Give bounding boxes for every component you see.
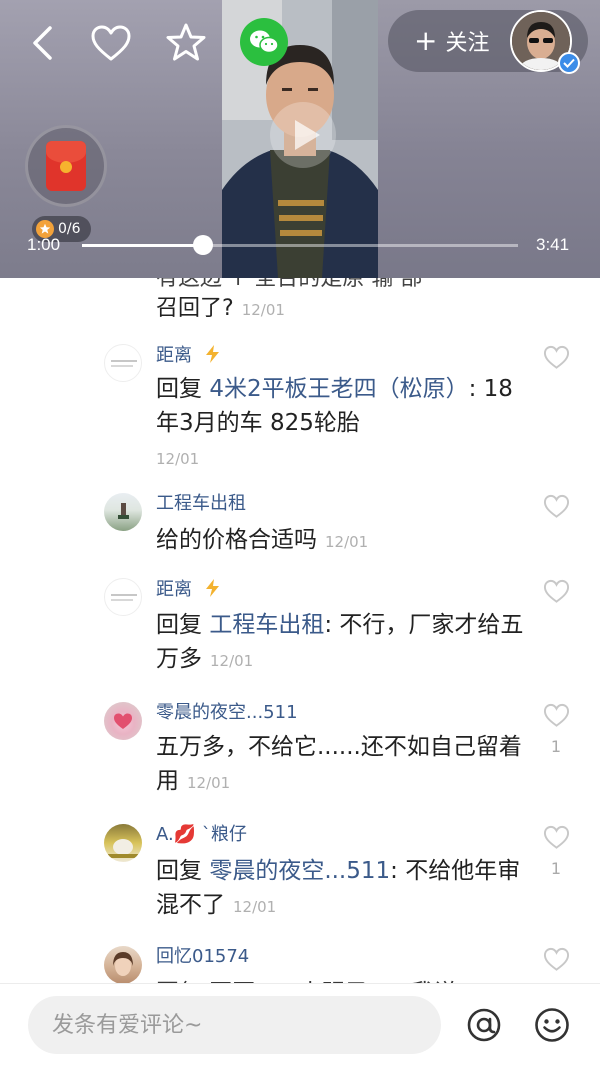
back-button[interactable]	[22, 22, 62, 64]
progress-bar[interactable]	[82, 235, 518, 255]
avatar[interactable]	[104, 702, 142, 740]
comment-time: 12/01	[210, 652, 254, 670]
video-player[interactable]: + 关注 0/6 1:00 3:41	[0, 0, 600, 278]
progress-thumb[interactable]	[192, 235, 213, 255]
heart-outline-icon[interactable]	[543, 702, 570, 729]
avatar[interactable]	[104, 824, 142, 862]
heart-outline-icon[interactable]	[543, 946, 570, 973]
avatar[interactable]	[104, 344, 142, 382]
progress-fill	[82, 244, 203, 247]
favorite-button[interactable]	[163, 19, 209, 65]
reply-target-link[interactable]: 零晨的夜空...511	[209, 858, 390, 884]
red-packet-button[interactable]	[25, 125, 107, 207]
red-packet-icon	[46, 141, 86, 191]
red-packet-count-text: 0/6	[58, 221, 81, 237]
comment-author[interactable]: 工程车出租	[156, 493, 246, 515]
reply-target-link[interactable]: 工程车出租	[209, 612, 324, 638]
follow-label: 关注	[445, 31, 490, 56]
partial-comment-clipped-line: 有这边 ↑ 全台的是原 输 部	[156, 278, 423, 291]
heart-outline-icon[interactable]	[543, 493, 570, 520]
comment-body: 给的价格合适吗 12/01	[156, 527, 369, 553]
chevron-left-icon	[33, 26, 52, 60]
comment-author[interactable]: 零晨的夜空...511	[156, 702, 298, 724]
comment-body: 回复 工程车出租: 不行，厂家才给五万多 12/01	[156, 612, 524, 672]
check-icon	[563, 58, 575, 68]
emoji-icon[interactable]	[534, 1007, 570, 1043]
comment-time: 12/01	[241, 301, 285, 319]
heart-outline-icon	[91, 25, 131, 61]
total-time: 3:41	[536, 235, 570, 254]
like-count: 1	[550, 737, 562, 756]
current-time: 1:00	[27, 235, 61, 254]
lightning-icon	[205, 579, 219, 597]
heart-outline-icon[interactable]	[543, 578, 570, 605]
comment-time: 12/01	[156, 450, 200, 468]
heart-outline-icon[interactable]	[543, 824, 570, 851]
comment-compose-bar	[0, 983, 600, 1067]
wechat-share-button[interactable]	[240, 18, 288, 66]
lightning-icon	[205, 345, 219, 363]
verified-badge	[558, 52, 580, 74]
wechat-icon	[250, 30, 279, 54]
comment-body: 回复 4米2平板王老四（松原）: 18年3月的车 825轮胎	[156, 376, 513, 436]
play-icon[interactable]	[268, 100, 338, 170]
comment-time: 12/01	[325, 533, 369, 551]
comment-author[interactable]: 距离	[156, 578, 224, 601]
plus-icon: +	[414, 24, 438, 57]
heart-outline-icon[interactable]	[543, 344, 570, 371]
avatar[interactable]	[104, 946, 142, 983]
at-mention-icon[interactable]	[466, 1007, 502, 1043]
partial-comment: 召回了? 12/01	[156, 294, 526, 325]
reply-target-link[interactable]: 4米2平板王老四（松原）	[209, 376, 468, 402]
like-count: 1	[550, 859, 562, 878]
avatar[interactable]	[104, 493, 142, 531]
comment-list[interactable]: 有这边 ↑ 全台的是原 输 部 召回了? 12/01 距离 回复 4米2平板王老四…	[0, 278, 600, 983]
comment-author[interactable]: A.💋 `粮仔	[156, 824, 247, 846]
star-outline-icon	[166, 23, 206, 61]
comment-body: 回复 零晨的夜空...511: 不给他年审混不了 12/01	[156, 858, 521, 918]
comment-body-clipped: 回复 哥哥 🔸 小明子 🔸 我说	[156, 976, 526, 983]
comment-author[interactable]: 回忆01574	[156, 946, 249, 968]
comment-author[interactable]: 距离	[156, 344, 224, 367]
comment-input[interactable]	[28, 996, 441, 1054]
comment-body: 五万多，不给它......还不如自己留着用 12/01	[156, 734, 522, 794]
video-detail-screen: + 关注 0/6 1:00 3:41 有这边 ↑ 全台的是原 输 部 召回了? …	[0, 0, 600, 1067]
partial-comment-text: 召回了?	[156, 296, 234, 321]
like-video-button[interactable]	[88, 20, 134, 66]
comment-time: 12/01	[233, 898, 277, 916]
comment-time: 12/01	[187, 774, 231, 792]
avatar[interactable]	[104, 578, 142, 616]
